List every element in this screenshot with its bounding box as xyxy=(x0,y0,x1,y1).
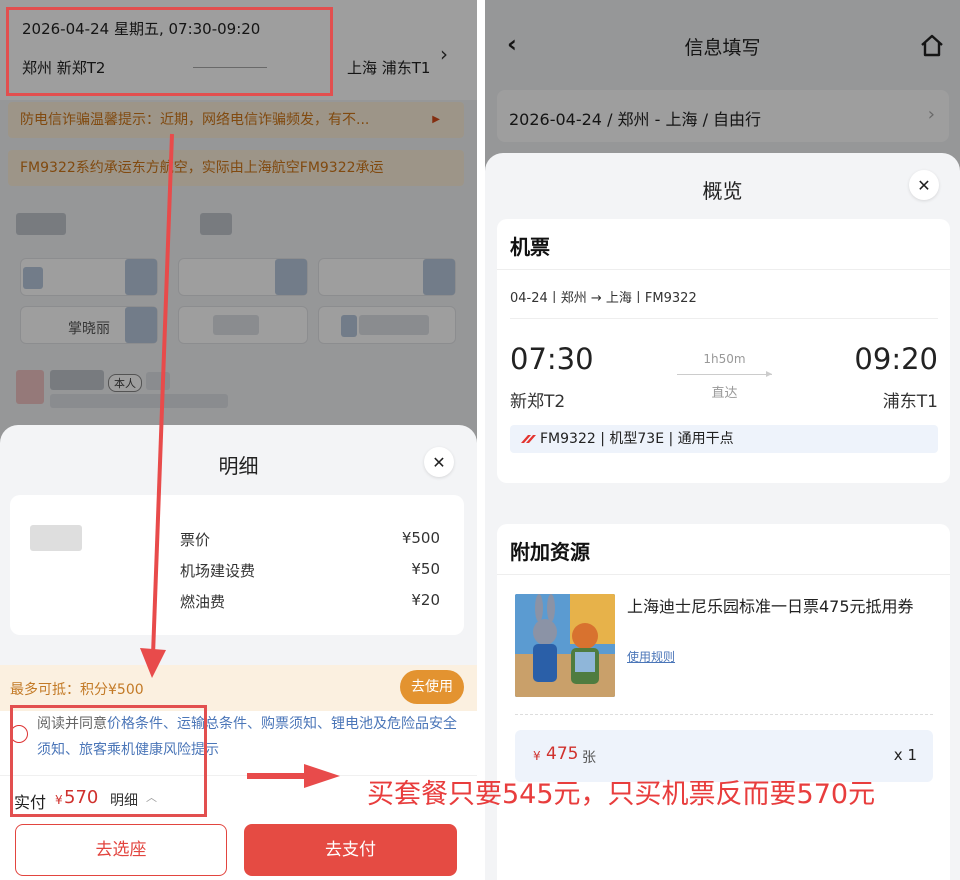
divider xyxy=(497,269,950,270)
arrive-airport: 浦东T1 xyxy=(882,392,938,412)
sheet-title: 明细 xyxy=(218,454,259,478)
right-screen: ‹ 信息填写 2026-04-24 / 郑州 - 上海 / 自由行 › 概览 ✕… xyxy=(485,0,960,880)
fee-row: 燃油费 ¥20 xyxy=(180,591,440,612)
pay-button[interactable]: 去支付 xyxy=(244,824,457,876)
addon-price: 475 xyxy=(546,744,579,764)
fee-value: ¥20 xyxy=(411,591,440,609)
disney-ticket-image xyxy=(515,594,615,697)
select-seat-button[interactable]: 去选座 xyxy=(15,824,227,876)
flight-info-bar: FM9322 | 机型73E | 通用干点 xyxy=(510,425,938,453)
ticket-route: 04-24丨郑州 → 上海丨FM9322 xyxy=(510,291,697,306)
addon-quantity: x 1 xyxy=(893,746,917,764)
annotation-text: 买套餐只要545元，只买机票反而要570元 xyxy=(367,779,876,810)
fee-label: 燃油费 xyxy=(180,593,226,611)
fee-row: 票价 ¥500 xyxy=(180,529,440,550)
direct-label: 直达 xyxy=(711,386,738,401)
fee-label: 票价 xyxy=(180,531,211,549)
fee-row: 机场建设费 ¥50 xyxy=(180,560,440,581)
arrive-time: 09:20 xyxy=(854,342,938,376)
fee-label: 机场建设费 xyxy=(180,562,256,580)
dashed-divider xyxy=(515,714,933,715)
fee-card: 票价 ¥500 机场建设费 ¥50 燃油费 ¥20 xyxy=(10,495,464,635)
addon-name: 上海迪士尼乐园标准一日票475元抵用券 xyxy=(627,597,914,616)
divider xyxy=(510,318,938,319)
highlight-box-header xyxy=(6,7,333,96)
addon-unit: 张 xyxy=(582,750,596,766)
ticket-title: 机票 xyxy=(510,235,550,259)
flight-duration: 1h50m xyxy=(703,352,746,366)
screen-divider xyxy=(477,0,485,880)
depart-airport: 新郑T2 xyxy=(510,392,566,412)
depart-time: 07:30 xyxy=(510,342,594,376)
overview-sheet: 概览 ✕ 机票 04-24丨郑州 → 上海丨FM9322 07:30 1h50m… xyxy=(485,153,960,880)
addon-card: 附加资源 上海迪士尼乐园标准一日票475元抵用券 使用规则 ¥ 475 张 x … xyxy=(497,524,950,880)
divider xyxy=(497,574,950,575)
highlight-box-total xyxy=(10,705,207,817)
addon-currency: ¥ xyxy=(533,749,541,763)
usage-rules-link[interactable]: 使用规则 xyxy=(627,648,675,665)
airline-logo-icon xyxy=(521,435,536,443)
duration-arrow xyxy=(677,371,772,377)
points-deduct-text: 最多可抵：积分¥500 xyxy=(10,682,144,698)
fee-value: ¥500 xyxy=(401,529,440,547)
blurred-passenger-thumb xyxy=(30,525,82,551)
fee-value: ¥50 xyxy=(411,560,440,578)
ticket-card: 机票 04-24丨郑州 → 上海丨FM9322 07:30 1h50m 直达 0… xyxy=(497,219,950,483)
close-icon[interactable]: ✕ xyxy=(909,170,939,200)
addon-title: 附加资源 xyxy=(510,540,590,564)
use-points-button[interactable]: 去使用 xyxy=(400,670,464,704)
flight-info-text: FM9322 | 机型73E | 通用干点 xyxy=(540,431,734,447)
sheet-title: 概览 xyxy=(702,179,743,203)
left-screen: 2026-04-24 星期五, 07:30-09:20 郑州 新郑T2 上海 浦… xyxy=(0,0,477,880)
close-icon[interactable]: ✕ xyxy=(424,447,454,477)
